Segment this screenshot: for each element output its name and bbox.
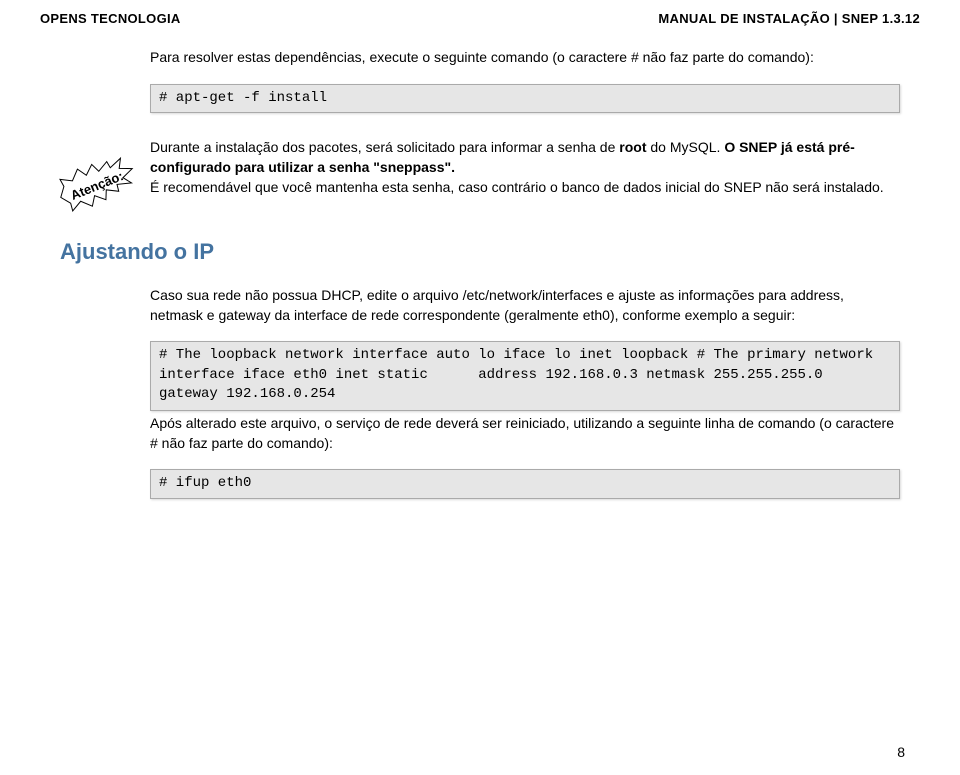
header-left: OPENS TECNOLOGIA [40, 10, 181, 28]
attention-part2: root [619, 139, 646, 155]
doc-content: Para resolver estas dependências, execut… [0, 36, 960, 534]
attention-part1: Durante a instalação dos pacotes, será s… [150, 139, 619, 155]
code-apt-get: # apt-get -f install [150, 84, 900, 114]
intro-paragraph: Para resolver estas dependências, execut… [150, 48, 900, 68]
ip-paragraph-2: Após alterado este arquivo, o serviço de… [150, 414, 900, 453]
attention-label: Atenção: [68, 167, 126, 205]
page-number: 8 [897, 743, 905, 763]
attention-text: Durante a instalação dos pacotes, será s… [150, 138, 900, 197]
attention-part5: É recomendável que você mantenha esta se… [150, 179, 884, 195]
doc-header: OPENS TECNOLOGIA MANUAL DE INSTALAÇÃO | … [0, 0, 960, 36]
code-interfaces: # The loopback network interface auto lo… [150, 341, 900, 411]
attention-tag: Atenção: [48, 148, 145, 224]
code-ifup: # ifup eth0 [150, 469, 900, 499]
attention-block: Atenção: Durante a instalação dos pacote… [150, 138, 900, 197]
section-title-ip: Ajustando o IP [60, 237, 900, 268]
header-right: MANUAL DE INSTALAÇÃO | SNEP 1.3.12 [658, 10, 920, 28]
ip-paragraph-1: Caso sua rede não possua DHCP, edite o a… [150, 286, 900, 325]
attention-part3: do MySQL. [647, 139, 725, 155]
